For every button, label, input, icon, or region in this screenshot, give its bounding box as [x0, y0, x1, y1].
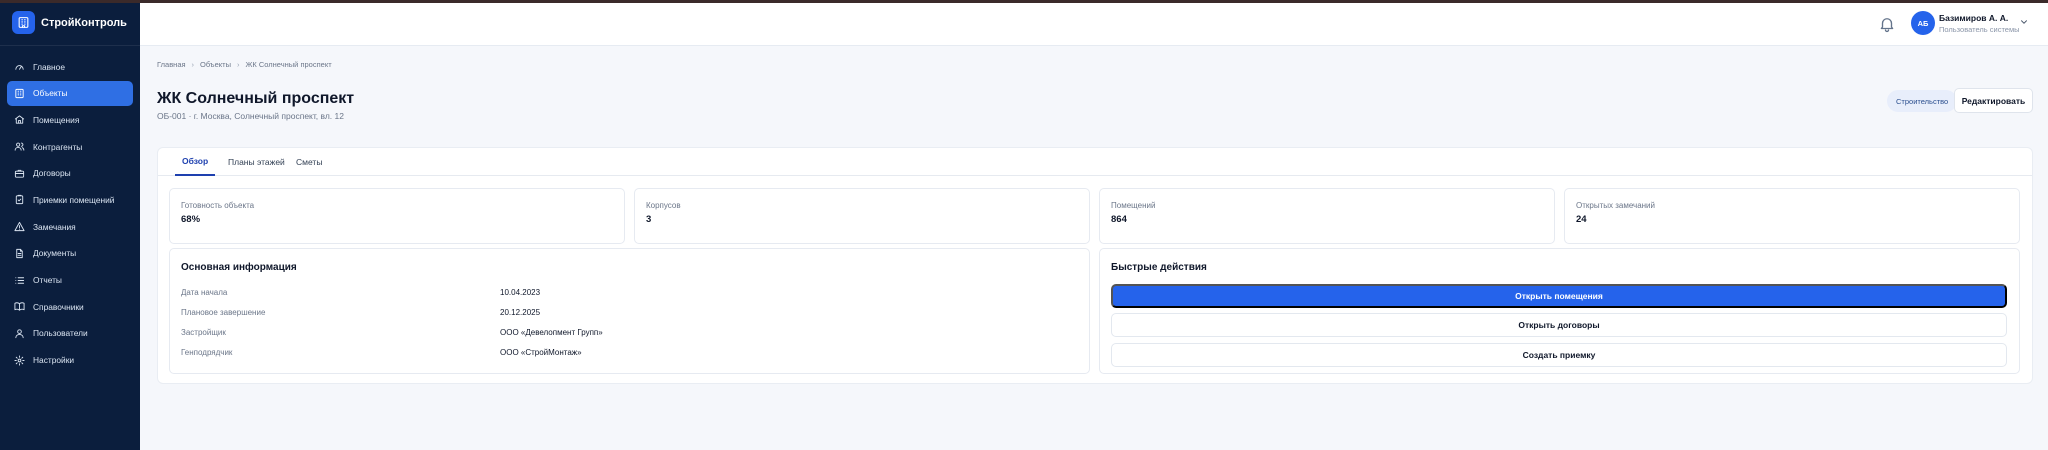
- sidebar-item-label: Настройки: [33, 355, 75, 366]
- sidebar-item-home[interactable]: Главное: [7, 54, 133, 79]
- breadcrumb-item[interactable]: Главная: [157, 60, 186, 69]
- breadcrumb: Главная › Объекты › ЖК Солнечный проспек…: [157, 60, 332, 69]
- sidebar-item-users[interactable]: Пользователи: [7, 321, 133, 346]
- book-icon: [14, 302, 25, 311]
- stat-label: Помещений: [1111, 201, 1156, 210]
- info-value: ООО «Девелопмент Групп»: [500, 328, 603, 337]
- page-subtitle: ОБ-001 · г. Москва, Солнечный проспект, …: [157, 111, 344, 121]
- create-acceptance-button[interactable]: Создать приемку: [1111, 343, 2007, 367]
- open-contracts-button[interactable]: Открыть договоры: [1111, 313, 2007, 337]
- file-icon: [16, 248, 23, 258]
- app-name: СтройКонтроль: [41, 16, 127, 29]
- user-icon: [15, 329, 24, 338]
- tab-overview[interactable]: Обзор: [175, 148, 216, 176]
- bell-icon[interactable]: [1878, 15, 1896, 33]
- stat-value: 68%: [181, 214, 201, 225]
- stat-label: Корпусов: [646, 201, 681, 210]
- info-value: ООО «СтройМонтаж»: [500, 348, 582, 357]
- info-value: 10.04.2023: [500, 288, 541, 297]
- sidebar-item-documents[interactable]: Документы: [7, 241, 133, 266]
- sidebar-item-label: Замечания: [33, 221, 76, 232]
- edit-button[interactable]: Редактировать: [1954, 88, 2033, 113]
- top-header: АБ Базимиров А. А. Пользователь системы: [140, 3, 2048, 46]
- clipboard-check-icon: [15, 195, 24, 205]
- sidebar-item-label: Помещения: [33, 114, 80, 125]
- sidebar-item-label: Приемки помещений: [33, 194, 115, 205]
- info-label: Застройщик: [181, 328, 226, 337]
- briefcase-icon: [14, 169, 25, 178]
- stat-card-open-remarks: Открытых замечаний 24: [1564, 188, 2020, 244]
- sidebar-item-directories[interactable]: Справочники: [7, 294, 133, 319]
- sidebar-item-premises[interactable]: Помещения: [7, 107, 133, 132]
- tab-bar: Обзор Планы этажей Сметы: [158, 148, 2032, 176]
- sidebar-item-label: Отчеты: [33, 275, 62, 285]
- home-icon: [14, 115, 25, 124]
- stat-card-readiness: Готовность объекта 68%: [169, 188, 625, 244]
- sidebar-item-settings[interactable]: Настройки: [7, 348, 133, 373]
- stat-value: 24: [1576, 214, 1587, 225]
- stat-value: 3: [646, 214, 652, 225]
- user-role: Пользователь системы: [1939, 25, 2020, 34]
- stat-card-premises: Помещений 864: [1099, 188, 1555, 244]
- chevron-right-icon: ›: [236, 60, 240, 69]
- basic-info-card: Основная информация Дата начала 10.04.20…: [169, 248, 1090, 374]
- tab-estimates[interactable]: Сметы: [289, 148, 329, 176]
- object-panel: Обзор Планы этажей Сметы Готовность объе…: [157, 147, 2033, 384]
- card-title: Основная информация: [181, 262, 297, 273]
- sidebar-item-label: Договоры: [33, 168, 71, 179]
- sidebar-item-objects[interactable]: Объекты: [7, 80, 133, 106]
- building-logo-icon: [12, 11, 35, 34]
- sidebar-item-reports[interactable]: Отчеты: [7, 268, 133, 293]
- sidebar-item-label: Документы: [33, 248, 77, 259]
- stat-card-buildings: Корпусов 3: [634, 188, 1090, 244]
- page-title: ЖК Солнечный проспект: [157, 90, 355, 107]
- info-value: 20.12.2025: [500, 308, 541, 317]
- chevron-down-icon[interactable]: [2019, 17, 2029, 27]
- chevron-right-icon: ›: [191, 60, 195, 69]
- sidebar-item-label: Справочники: [33, 301, 84, 312]
- main-content: Главная › Объекты › ЖК Солнечный проспек…: [140, 46, 2048, 450]
- sidebar-item-label: Контрагенты: [33, 141, 83, 152]
- stat-value: 864: [1111, 214, 1127, 225]
- sidebar-item-contracts[interactable]: Договоры: [7, 161, 133, 186]
- tab-floor-plans[interactable]: Планы этажей: [221, 148, 292, 176]
- user-name[interactable]: Базимиров А. А.: [1939, 13, 2008, 23]
- info-label: Плановое завершение: [181, 308, 266, 317]
- status-badge: Строительство: [1887, 90, 1958, 112]
- sidebar-item-label: Главное: [33, 61, 65, 72]
- gear-icon: [14, 355, 25, 366]
- quick-actions-card: Быстрые действия Открыть помещения Откры…: [1099, 248, 2020, 374]
- sidebar-nav: Главное Объекты Помещения Контрагенты До…: [0, 46, 140, 373]
- users-icon: [14, 142, 25, 151]
- sidebar: СтройКонтроль Главное Объекты Помещения …: [0, 0, 140, 450]
- sidebar-item-label: Объекты: [33, 88, 68, 99]
- stat-label: Готовность объекта: [181, 201, 255, 210]
- alert-triangle-icon: [14, 222, 25, 232]
- breadcrumb-item[interactable]: Объекты: [200, 60, 231, 69]
- sidebar-item-contractors[interactable]: Контрагенты: [7, 134, 133, 159]
- list-icon: [15, 276, 25, 284]
- brand[interactable]: СтройКонтроль: [0, 0, 140, 46]
- info-label: Генподрядчик: [181, 348, 233, 357]
- sidebar-item-acceptances[interactable]: Приемки помещений: [7, 187, 133, 212]
- open-premises-button[interactable]: Открыть помещения: [1111, 284, 2007, 308]
- sidebar-item-remarks[interactable]: Замечания: [7, 214, 133, 239]
- card-title: Быстрые действия: [1111, 262, 1207, 273]
- building-icon: [15, 88, 24, 98]
- breadcrumb-current: ЖК Солнечный проспект: [245, 60, 332, 69]
- top-accent-line: [0, 0, 2048, 3]
- gauge-icon: [15, 65, 24, 70]
- avatar[interactable]: АБ: [1911, 11, 1935, 35]
- info-label: Дата начала: [181, 288, 228, 297]
- stat-label: Открытых замечаний: [1576, 201, 1655, 210]
- sidebar-item-label: Пользователи: [33, 328, 88, 339]
